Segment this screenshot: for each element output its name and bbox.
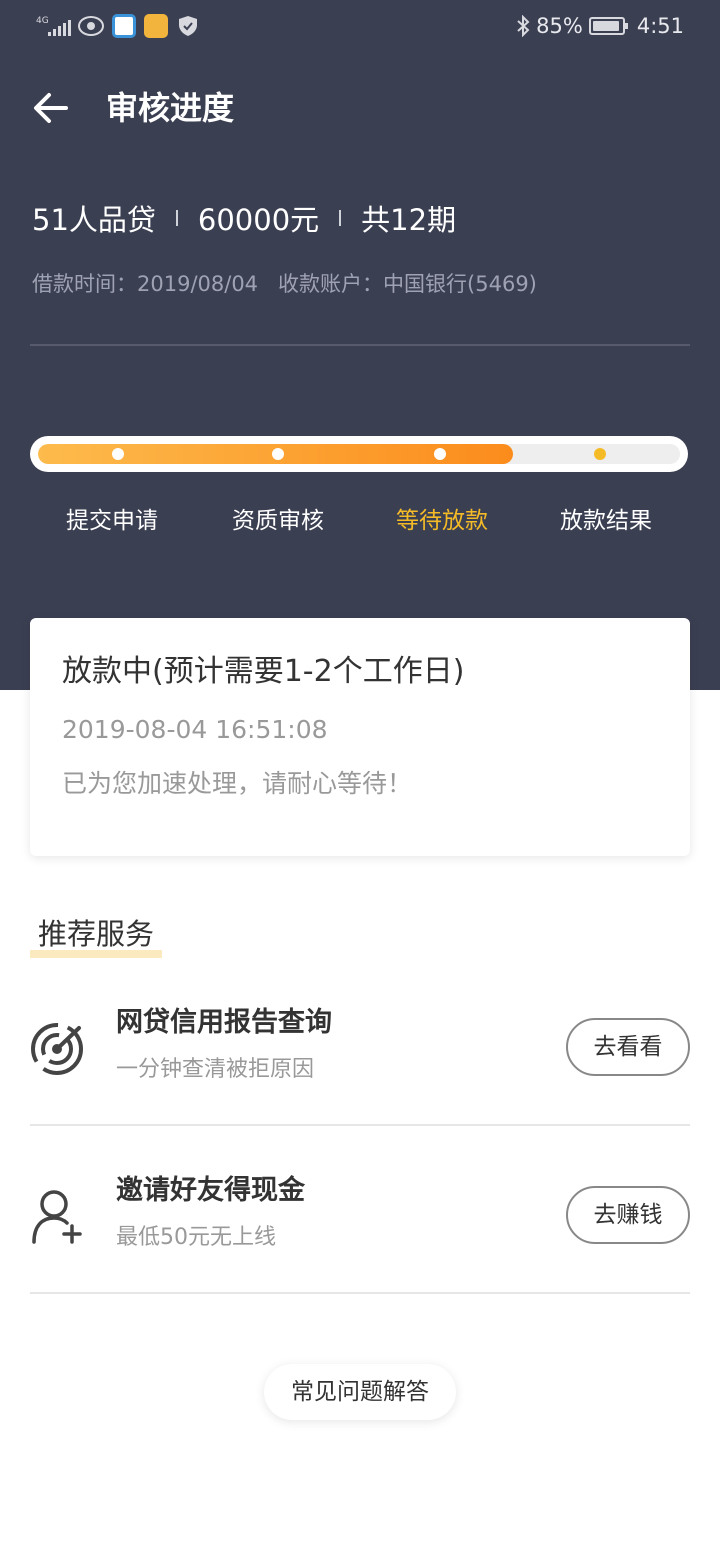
loan-product: 51人品贷: [32, 203, 156, 237]
bluetooth-icon: [517, 15, 530, 37]
go-earn-button[interactable]: 去赚钱: [566, 1186, 690, 1244]
app-icon: [112, 14, 136, 38]
status-bar-left: 4G: [36, 12, 200, 40]
add-user-icon: [32, 1190, 82, 1244]
service-desc: 最低50元无上线: [116, 1225, 276, 1250]
step-dot-1: [112, 448, 124, 460]
faq-button[interactable]: 常见问题解答: [264, 1364, 456, 1420]
status-card: 放款中(预计需要1-2个工作日) 2019-08-04 16:51:08 已为您…: [30, 618, 690, 856]
signal-icon: 4G: [36, 14, 71, 38]
back-button[interactable]: [28, 86, 72, 130]
borrow-time: 借款时间：2019/08/04: [32, 272, 259, 296]
loan-periods: 共12期: [361, 203, 457, 237]
step-dot-2: [272, 448, 284, 460]
status-time: 2019-08-04 16:51:08: [62, 715, 328, 744]
page-title: 审核进度: [106, 89, 235, 127]
network-type: 4G: [36, 16, 49, 26]
section-title-recommend: 推荐服务: [30, 914, 163, 960]
service-name: 网贷信用报告查询: [116, 1007, 332, 1038]
status-bar: 4G 85% 4:51: [0, 0, 720, 52]
eye-icon: [78, 16, 104, 36]
arrow-left-icon: [34, 93, 68, 123]
status-bar-right: 85% 4:51: [516, 10, 684, 42]
step-result: 放款结果: [560, 508, 652, 534]
clock: 4:51: [636, 14, 684, 38]
service-row-invite[interactable]: 邀请好友得现金 最低50元无上线 去赚钱: [30, 1126, 690, 1294]
loan-summary: 51人品贷 60000元 共12期: [32, 196, 456, 240]
mail-icon: [144, 14, 168, 38]
status-note: 已为您加速处理，请耐心等待！: [62, 769, 413, 798]
section-title-text: 推荐服务: [38, 917, 155, 951]
progress-bar: [30, 436, 688, 472]
divider: [30, 344, 690, 346]
progress-track: [38, 444, 680, 464]
service-desc: 一分钟查清被拒原因: [116, 1057, 315, 1082]
battery-percent: 85%: [536, 14, 583, 38]
separator: [175, 210, 178, 226]
radar-icon: [31, 1023, 83, 1075]
battery-icon: [588, 17, 628, 35]
receiving-account: 收款账户：中国银行(5469): [278, 272, 537, 296]
loan-amount: 60000元: [197, 203, 320, 237]
loan-meta: 借款时间：2019/08/04 收款账户：中国银行(5469): [32, 266, 537, 302]
shield-icon: [179, 16, 197, 36]
step-review: 资质审核: [232, 508, 324, 534]
go-see-button[interactable]: 去看看: [566, 1018, 690, 1076]
step-submit: 提交申请: [66, 508, 158, 534]
separator: [339, 210, 342, 226]
step-waiting: 等待放款: [396, 508, 488, 534]
service-row-credit-report[interactable]: 网贷信用报告查询 一分钟查清被拒原因 去看看: [30, 958, 690, 1126]
step-dot-4: [594, 448, 606, 460]
step-labels: 提交申请 资质审核 等待放款 放款结果: [30, 500, 690, 542]
status-title: 放款中(预计需要1-2个工作日): [62, 654, 465, 689]
step-dot-3: [434, 448, 446, 460]
title-highlight: [30, 950, 163, 958]
service-name: 邀请好友得现金: [116, 1175, 305, 1206]
